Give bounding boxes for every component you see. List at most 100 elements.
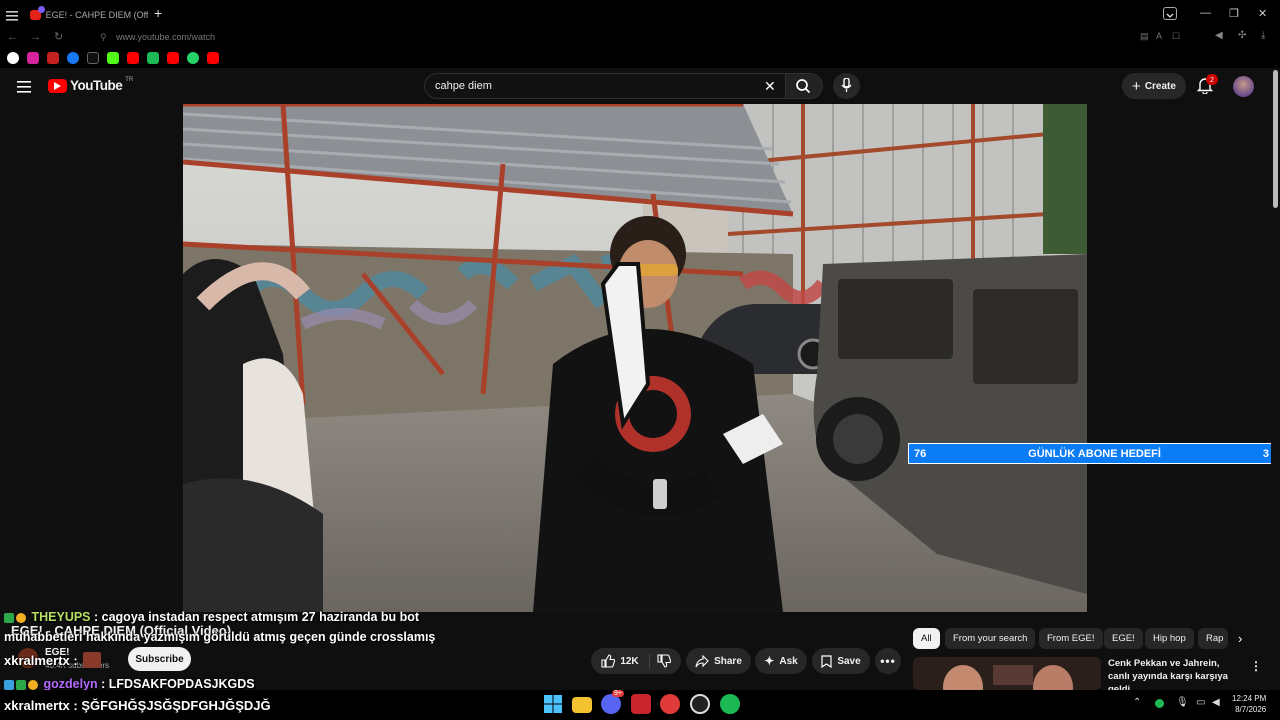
youtube-logo[interactable]: YouTube TR [48,76,134,93]
chat-text: : [69,653,78,668]
chat-username: xkralmertx [4,653,70,668]
moderator-badge-icon [4,612,14,623]
spotify-bookmark-icon[interactable] [147,52,159,64]
windows-start-icon[interactable] [543,694,563,714]
chip-all[interactable]: All [913,628,940,649]
extensions-icon[interactable]: ✣ [1238,30,1246,41]
video-player[interactable] [183,104,1087,612]
chip-hip-hop[interactable]: Hip hop [1145,628,1194,649]
thumbs-down-icon[interactable] [657,654,671,668]
chat-username: xkralmertx [4,698,70,713]
chat-message-4: xkralmertx : ŞĞFGHĞŞJSĞŞDFGHJĞŞDJĞ [4,697,271,715]
browser-tab-bar: EGE! - CAHPE DIEM (Officia + — ❐ ✕ [0,0,1280,28]
share-label: Share [714,655,742,667]
clock-date: 8/7/2026 [1235,705,1267,714]
downloads-icon[interactable]: ⤓ [1261,30,1265,41]
microphone-icon [841,78,852,92]
clock[interactable]: 12:24 PM 8/7/2026 [1232,693,1266,715]
new-tab-button[interactable]: + [154,5,162,21]
whatsapp-bookmark-icon[interactable] [187,52,199,64]
chat-message-1-cont: muhabbetleri hakkında yazmışım görüldü a… [4,630,435,644]
search-input[interactable]: cahpe diem [435,80,492,92]
recommendation-menu-icon[interactable]: ⋮ [1250,659,1262,673]
share-button[interactable]: Share [686,648,751,674]
youtube-bookmark-3-icon[interactable] [207,52,219,64]
voice-search-button[interactable] [833,73,860,99]
notification-count-badge: 2 [1206,74,1218,85]
search-box: cahpe diem ✕ [424,73,786,99]
chip-ege[interactable]: EGE! [1104,628,1143,649]
volume-icon[interactable]: ◀ [1212,697,1220,708]
search-button[interactable] [785,73,823,99]
gmail-bookmark-icon[interactable] [47,52,59,64]
facebook-bookmark-icon[interactable] [67,52,79,64]
discord-badge: 9+ [612,690,624,697]
x-bookmark-icon[interactable] [87,52,99,64]
create-button[interactable]: + Create [1122,73,1186,99]
reload-icon[interactable]: ↻ [54,30,63,43]
forward-icon[interactable]: → [30,31,41,43]
audio-icon[interactable]: ◀ [1215,30,1223,41]
youtube-bookmark-2-icon[interactable] [167,52,179,64]
scrollbar-thumb[interactable] [1273,70,1278,208]
tray-expand-icon[interactable]: ⌃ [1133,697,1141,708]
chat-text: muhabbetleri hakkında yazmışım görüldü a… [4,630,436,644]
more-actions-button[interactable]: ••• [875,648,901,674]
thumbs-up-icon [601,654,616,668]
browser-tab[interactable]: EGE! - CAHPE DIEM (Officia [30,4,148,26]
chip-rap[interactable]: Rap [1198,628,1228,649]
notifications-button[interactable]: 2 [1196,74,1218,99]
reader-icon[interactable]: A [1156,31,1162,41]
file-explorer-icon[interactable] [572,697,592,713]
chat-text: : LFDSAKFOPDASJKGDS [97,677,255,691]
like-dislike-group: 12K [591,648,681,674]
google-bookmark-icon[interactable] [7,52,19,64]
region-code: TR [125,76,134,83]
translate-icon[interactable]: ▤ [1140,31,1149,42]
clock-time: 12:24 PM [1232,694,1267,703]
back-icon[interactable]: ← [7,31,18,43]
clear-search-icon[interactable]: ✕ [764,78,776,95]
app-red-icon[interactable] [631,694,651,714]
recommendation-thumbnail[interactable] [913,657,1101,690]
chip-from-ege[interactable]: From EGE! [1039,628,1103,649]
goal-title: GÜNLÜK ABONE HEDEFİ [1028,447,1161,460]
chat-message-1: THEYUPS : cagoya instadan respect atmışı… [4,610,419,624]
ask-button[interactable]: ✦ Ask [755,648,807,674]
goal-current: 76 [914,447,927,460]
subscribe-button[interactable]: Subscribe [128,647,191,671]
more-horizontal-icon: ••• [880,654,896,668]
instagram-bookmark-icon[interactable] [27,52,39,64]
chat-username: gozdelyn [43,677,98,691]
spotify-icon[interactable] [720,694,740,714]
microphone-tray-icon[interactable]: 🎙 [1176,697,1189,708]
tray-app-icon[interactable] [1155,699,1164,708]
url-field[interactable]: www.youtube.com/watch [116,32,215,42]
browser-menu-icon[interactable] [6,8,18,26]
goal-target: 3 [1262,447,1269,460]
minimize-button[interactable]: — [1200,7,1211,19]
chat-username: THEYUPS [31,610,91,624]
kick-bookmark-icon[interactable] [107,52,119,64]
steam-icon[interactable] [690,694,710,714]
bookmark-icon[interactable]: ☐ [1172,31,1180,42]
tab-search-icon[interactable] [1163,7,1177,20]
chip-from-search[interactable]: From your search [945,628,1036,649]
youtube-favicon-icon [30,6,45,20]
restore-button[interactable]: ❐ [1229,7,1239,20]
save-button[interactable]: Save [812,648,870,674]
discord-icon[interactable]: 9+ [601,690,624,714]
close-window-button[interactable]: ✕ [1258,7,1267,20]
vivaldi-icon[interactable] [660,694,680,714]
youtube-bookmark-icon[interactable] [127,52,139,64]
account-avatar[interactable] [1233,76,1254,97]
chips-next-icon[interactable]: › [1238,631,1242,646]
plus-icon: + [1132,77,1141,95]
guide-menu-icon[interactable] [17,80,31,98]
like-button[interactable]: 12K [601,654,650,668]
network-icon[interactable]: ▭ [1196,697,1205,708]
moderator-badge-icon [16,679,26,690]
site-info-icon[interactable]: ⚲ [100,32,107,43]
sub-badge-icon [16,612,26,623]
tab-title: EGE! - CAHPE DIEM (Officia [45,10,148,20]
